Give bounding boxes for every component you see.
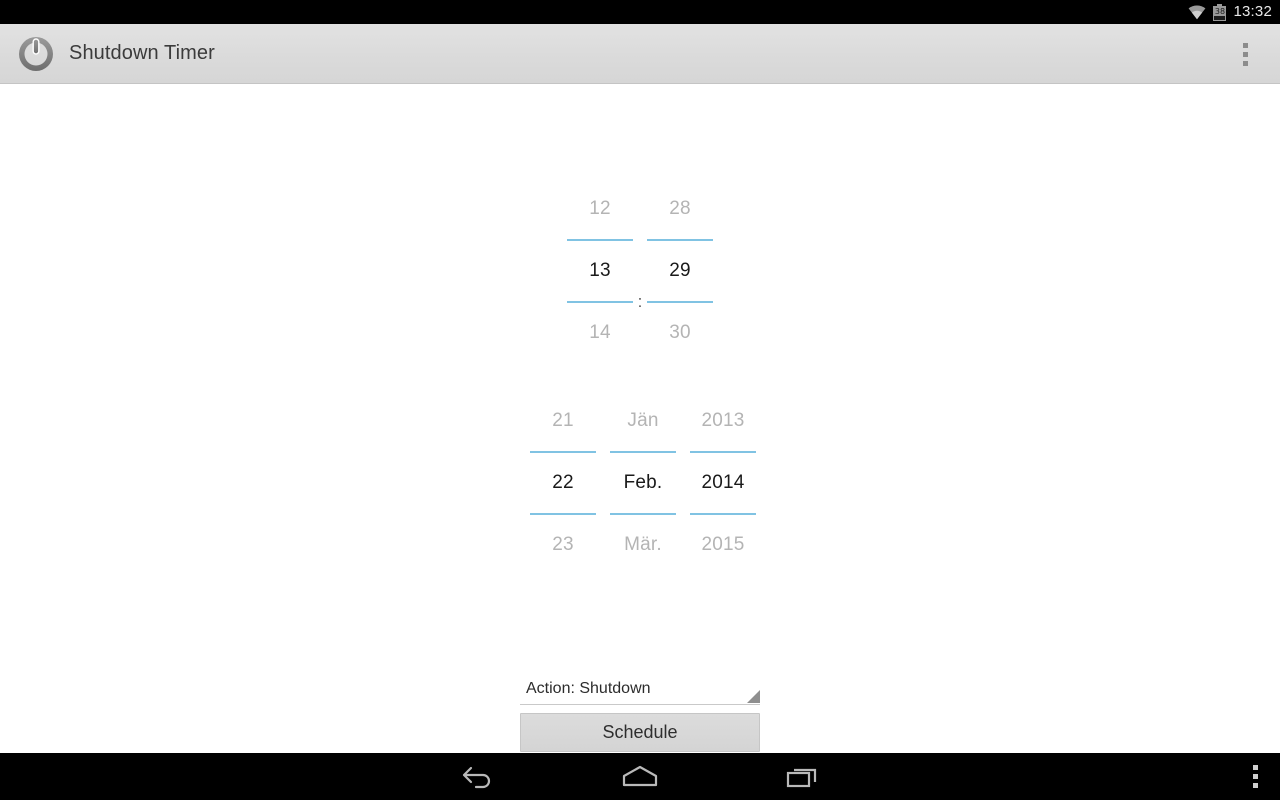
status-bar: 38 13:32 [0,0,1280,24]
power-icon [14,32,58,76]
month-previous-value[interactable]: Jän [610,391,676,451]
page-title: Shutdown Timer [69,42,215,64]
day-next-value[interactable]: 23 [530,515,596,575]
android-screen: 38 13:32 Shutdown Timer 12 13 14: 28 29… [0,0,1280,800]
month-next-value[interactable]: Mär. [610,515,676,575]
back-arrow-icon[interactable] [437,753,517,800]
schedule-button-label: Schedule [602,722,678,742]
day-picker-column[interactable]: 21 22 23 [530,391,596,575]
main-content: 12 13 14 : 28 29 30 21 22 23 Jän Feb. Mä… [0,85,1280,753]
overflow-menu-icon[interactable] [1228,36,1262,72]
year-previous-value[interactable]: 2013 [690,391,756,451]
recent-apps-icon[interactable] [762,753,842,800]
time-separator: : [637,292,643,311]
minute-selected-value[interactable]: 29 [647,241,713,301]
dropdown-triangle-icon [747,690,760,703]
hour-next-value[interactable]: 14 [567,303,633,363]
hour-selected-value[interactable]: 13 [567,241,633,301]
time-separator-column: : [633,179,647,363]
home-icon[interactable] [600,753,680,800]
day-previous-value[interactable]: 21 [530,391,596,451]
battery-icon: 38 [1213,3,1227,21]
minute-previous-value[interactable]: 28 [647,179,713,239]
minute-picker-column[interactable]: 28 29 30 [647,179,713,363]
time-picker: 12 13 14 : 28 29 30 [567,179,713,363]
hour-picker-column[interactable]: 12 13 14 [567,179,633,363]
action-spinner-value: Action: Shutdown [526,680,651,697]
status-bar-clock: 13:32 [1233,3,1272,20]
hour-previous-value[interactable]: 12 [567,179,633,239]
year-next-value[interactable]: 2015 [690,515,756,575]
battery-level-label: 38 [1214,6,1226,16]
year-selected-value[interactable]: 2014 [690,453,756,513]
navigation-bar [0,753,1280,800]
day-selected-value[interactable]: 22 [530,453,596,513]
minute-next-value[interactable]: 30 [647,303,713,363]
wifi-icon [1188,4,1206,20]
month-picker-column[interactable]: Jän Feb. Mär. [610,391,676,575]
action-bar: Shutdown Timer [0,24,1280,84]
month-selected-value[interactable]: Feb. [610,453,676,513]
date-picker: 21 22 23 Jän Feb. Mär. 2013 2014 2015 [523,391,763,575]
year-picker-column[interactable]: 2013 2014 2015 [690,391,756,575]
action-spinner[interactable]: Action: Shutdown [520,676,760,705]
schedule-button[interactable]: Schedule [520,713,760,752]
nav-overflow-menu-icon[interactable] [1238,759,1272,794]
